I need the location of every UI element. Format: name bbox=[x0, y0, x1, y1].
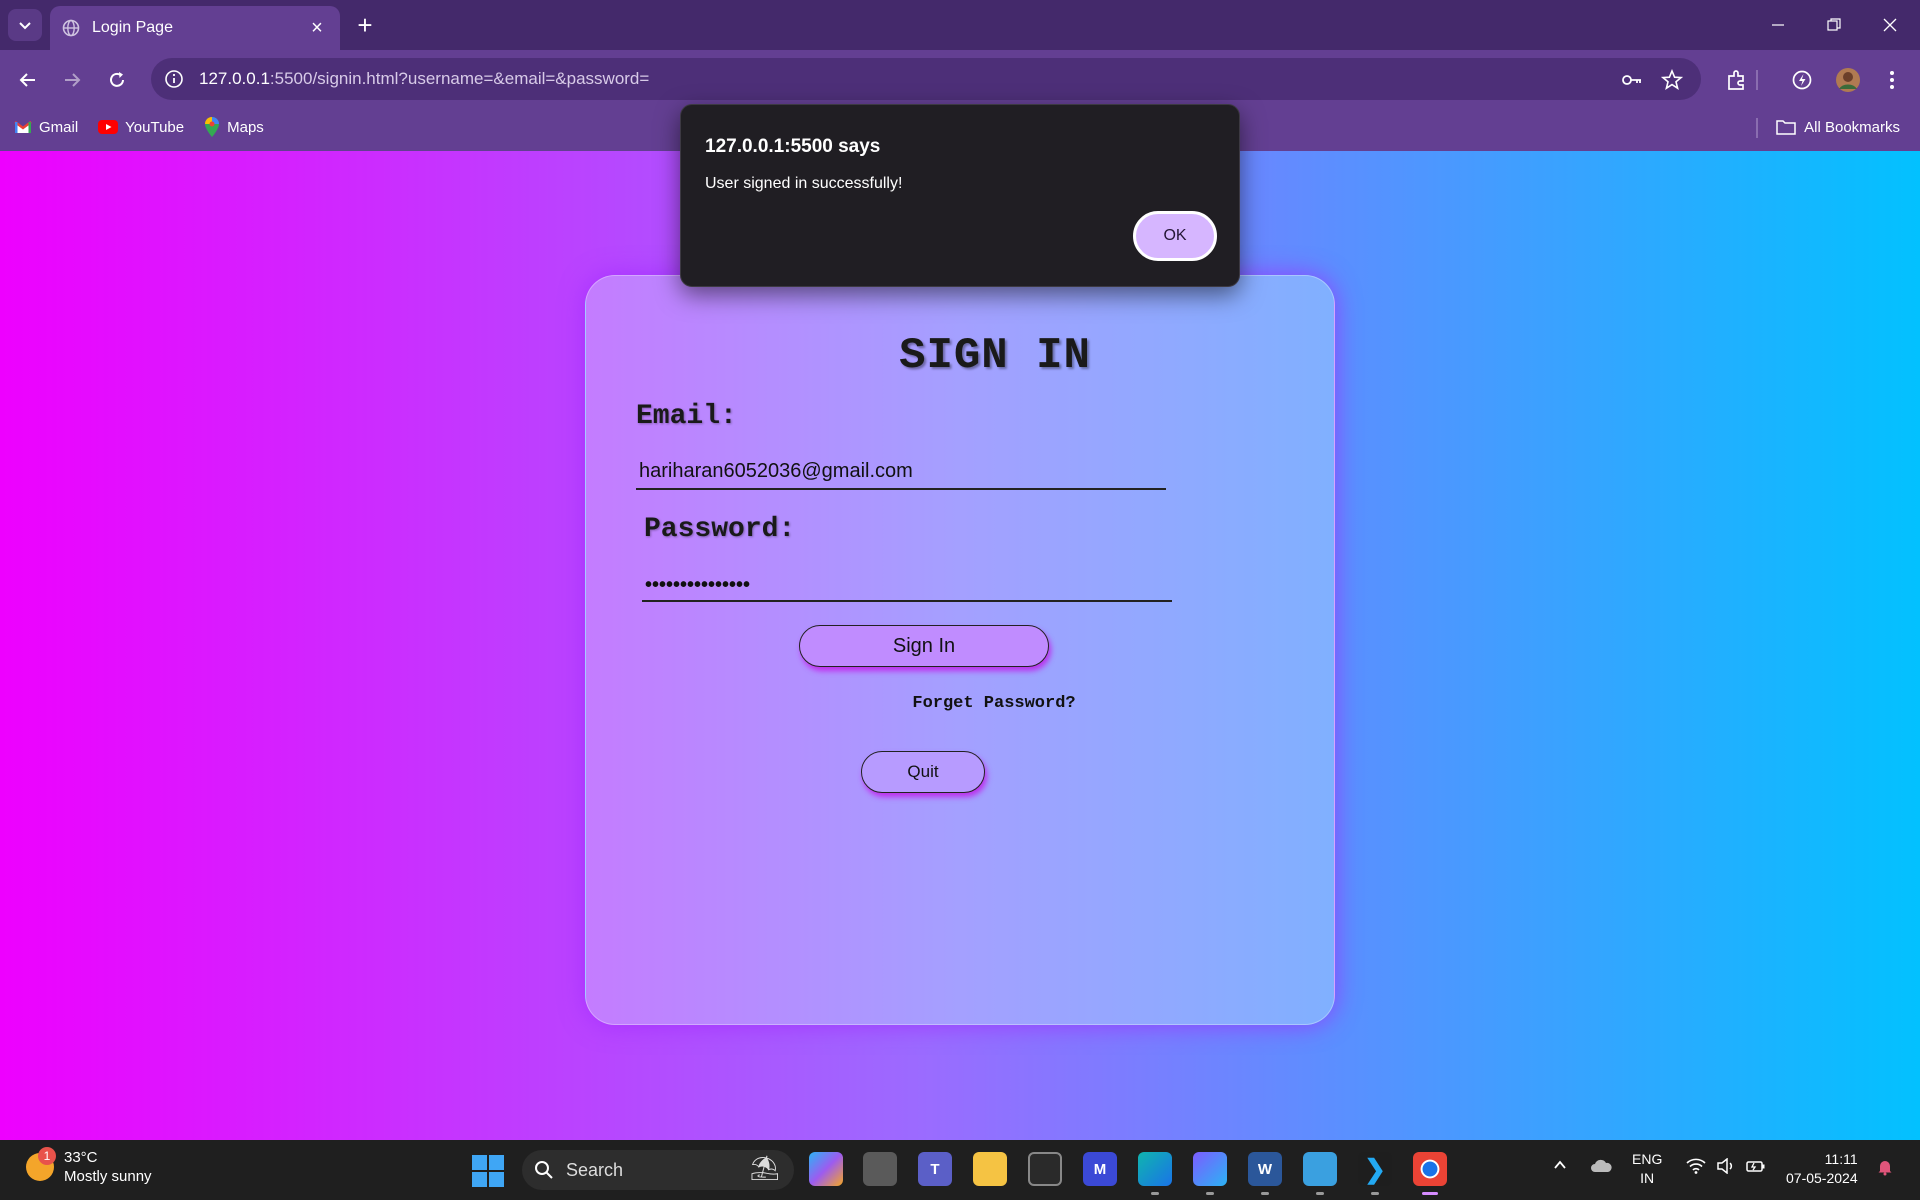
globe-icon bbox=[62, 19, 80, 37]
password-key-icon[interactable] bbox=[1617, 65, 1647, 95]
bookmark-youtube[interactable]: YouTube bbox=[98, 119, 184, 136]
arrow-left-icon bbox=[19, 73, 35, 87]
vscode-icon[interactable]: ❯ bbox=[1358, 1152, 1392, 1186]
quit-button[interactable]: Quit bbox=[861, 751, 985, 793]
url-host: 127.0.0.1 bbox=[199, 69, 270, 88]
weather-temp: 33°C bbox=[64, 1149, 98, 1166]
signin-title: SIGN IN bbox=[899, 331, 1091, 381]
all-bookmarks-button[interactable]: All Bookmarks bbox=[1776, 110, 1900, 144]
language-indicator[interactable]: ENG IN bbox=[1632, 1150, 1662, 1188]
alert-dialog: 127.0.0.1:5500 says User signed in succe… bbox=[680, 104, 1240, 287]
wifi-icon[interactable] bbox=[1686, 1158, 1706, 1174]
chevron-down-icon bbox=[19, 22, 31, 30]
copilot-icon[interactable] bbox=[809, 1152, 843, 1186]
minimize-button[interactable] bbox=[1758, 8, 1798, 42]
restore-button[interactable] bbox=[1814, 8, 1854, 42]
vscode-running-dot bbox=[1371, 1192, 1379, 1195]
tab-title: Login Page bbox=[92, 19, 173, 36]
ok-button[interactable]: OK bbox=[1133, 211, 1217, 261]
word-running-dot bbox=[1261, 1192, 1269, 1195]
search-placeholder: Search bbox=[566, 1159, 624, 1180]
app-m-icon[interactable]: M bbox=[1083, 1152, 1117, 1186]
bookmark-gmail[interactable]: Gmail bbox=[14, 119, 78, 136]
clock-time: 11:11 bbox=[1824, 1151, 1858, 1167]
onedrive-icon[interactable] bbox=[1590, 1158, 1612, 1174]
email-field[interactable] bbox=[636, 454, 1166, 490]
forward-button[interactable] bbox=[56, 64, 88, 96]
signin-card: SIGN IN Email: Password: •••••••••••••••… bbox=[585, 275, 1335, 1025]
browser-tab[interactable]: Login Page × bbox=[50, 6, 340, 50]
address-bar[interactable]: 127.0.0.1:5500/signin.html?username=&ema… bbox=[151, 58, 1701, 100]
password-label: Password: bbox=[644, 514, 796, 545]
start-button[interactable] bbox=[472, 1155, 504, 1187]
teams-icon[interactable]: T bbox=[918, 1152, 952, 1186]
tray-chevron-up-icon[interactable] bbox=[1553, 1158, 1567, 1172]
back-button[interactable] bbox=[12, 64, 44, 96]
arrow-right-icon bbox=[65, 73, 81, 87]
lang-top: ENG bbox=[1632, 1151, 1663, 1167]
all-bookmarks-label: All Bookmarks bbox=[1804, 118, 1900, 136]
weather-widget[interactable]: 1 33°C Mostly sunny bbox=[26, 1147, 152, 1186]
file-explorer-icon[interactable] bbox=[973, 1152, 1007, 1186]
page-background: SIGN IN Email: Password: •••••••••••••••… bbox=[0, 151, 1920, 1140]
taskbar-search[interactable]: Search ⛱ bbox=[522, 1150, 794, 1190]
dialog-title: 127.0.0.1:5500 says bbox=[705, 136, 881, 157]
clock-date: 07-05-2024 bbox=[1786, 1170, 1858, 1186]
bookmarks-separator bbox=[1756, 118, 1758, 138]
taskbar: 1 33°C Mostly sunny Search ⛱ T M W ❯ ENG… bbox=[0, 1140, 1920, 1200]
browser-titlebar: Login Page × + bbox=[0, 0, 1920, 50]
bookmark-label: Gmail bbox=[39, 118, 79, 136]
search-icon bbox=[535, 1161, 553, 1179]
edge-running-dot bbox=[1151, 1192, 1159, 1195]
weather-desc: Mostly sunny bbox=[64, 1168, 152, 1185]
tab-search-button[interactable] bbox=[8, 9, 42, 41]
app-hex-running-dot bbox=[1206, 1192, 1214, 1195]
task-view-icon[interactable] bbox=[863, 1152, 897, 1186]
word-icon[interactable]: W bbox=[1248, 1152, 1282, 1186]
battery-icon[interactable] bbox=[1746, 1158, 1766, 1174]
edge-icon[interactable] bbox=[1138, 1152, 1172, 1186]
menu-kebab-icon[interactable] bbox=[1877, 65, 1907, 95]
chrome-active-dot bbox=[1422, 1192, 1438, 1195]
performance-icon[interactable] bbox=[1787, 65, 1817, 95]
reload-icon bbox=[110, 72, 124, 87]
weather-sun-icon: 1 bbox=[26, 1147, 56, 1181]
url-path: :5500/signin.html?username=&email=&passw… bbox=[269, 69, 650, 88]
email-label: Email: bbox=[636, 401, 737, 432]
bookmark-maps[interactable]: Maps bbox=[204, 117, 264, 137]
profile-avatar[interactable] bbox=[1833, 65, 1863, 95]
notification-bell-icon[interactable] bbox=[1876, 1158, 1894, 1176]
volume-icon[interactable] bbox=[1716, 1158, 1736, 1174]
new-tab-button[interactable]: + bbox=[352, 10, 378, 40]
bookmark-label: Maps bbox=[227, 118, 264, 136]
notepad-icon[interactable] bbox=[1303, 1152, 1337, 1186]
bookmark-label: YouTube bbox=[125, 118, 185, 136]
tab-close-icon[interactable]: × bbox=[306, 17, 328, 39]
signin-button[interactable]: Sign In bbox=[799, 625, 1049, 667]
youtube-icon bbox=[98, 120, 119, 134]
notepad-running-dot bbox=[1316, 1192, 1324, 1195]
clock[interactable]: 11:11 07-05-2024 bbox=[1786, 1150, 1858, 1188]
weather-badge: 1 bbox=[38, 1147, 56, 1165]
folder-icon bbox=[1776, 120, 1796, 135]
extensions-icon[interactable] bbox=[1721, 65, 1751, 95]
password-field[interactable]: ••••••••••••••• bbox=[642, 566, 1172, 602]
ms-store-icon[interactable] bbox=[1028, 1152, 1062, 1186]
toolbar-separator bbox=[1756, 70, 1758, 90]
forget-password-link[interactable]: Forget Password? bbox=[586, 694, 1336, 713]
close-window-button[interactable] bbox=[1870, 8, 1910, 42]
chrome-icon[interactable] bbox=[1413, 1152, 1447, 1186]
password-mask: ••••••••••••••• bbox=[645, 574, 751, 596]
site-info-icon[interactable] bbox=[163, 68, 185, 90]
bookmark-star-icon[interactable] bbox=[1657, 65, 1687, 95]
dialog-message: User signed in successfully! bbox=[705, 175, 903, 192]
beach-umbrella-icon: ⛱ bbox=[749, 1155, 780, 1182]
reload-button[interactable] bbox=[101, 64, 133, 96]
maps-pin-icon bbox=[205, 117, 220, 137]
gmail-icon bbox=[14, 121, 32, 133]
app-hex-icon[interactable] bbox=[1193, 1152, 1227, 1186]
lang-bottom: IN bbox=[1640, 1170, 1655, 1186]
